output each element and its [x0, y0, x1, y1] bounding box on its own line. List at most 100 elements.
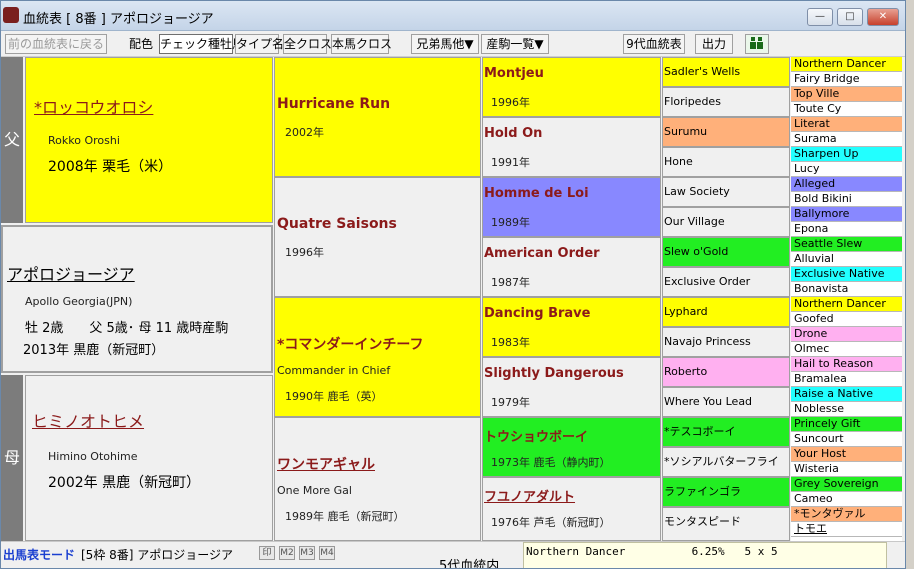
gen5-ancestor[interactable]: Wisteria [791, 462, 902, 477]
gen4-cell[interactable]: ラファインゴラ [662, 477, 790, 507]
self-cross-button[interactable]: 本馬クロス [331, 34, 392, 54]
gen3-name[interactable]: Homme de Loi [484, 186, 589, 201]
minimize-button[interactable]: — [807, 8, 833, 26]
gen5-ancestor[interactable]: Raise a Native [791, 387, 902, 402]
gen5-ancestor[interactable]: Hail to Reason [791, 357, 902, 372]
gen3-name[interactable]: Hold On [484, 126, 542, 141]
close-button[interactable]: ✕ [867, 8, 899, 26]
maximize-button[interactable]: □ [837, 8, 863, 26]
gen3-name[interactable]: フユノアダルト [484, 486, 575, 505]
gen3-name[interactable]: Montjeu [484, 66, 544, 81]
gen4-cell[interactable]: Lyphard [662, 297, 790, 327]
gen4-cell[interactable]: Surumu [662, 117, 790, 147]
gen5-ancestor[interactable]: Your Host [791, 447, 902, 462]
gen3-name[interactable]: Dancing Brave [484, 306, 590, 321]
gen3-cell[interactable]: American Order 1987年 [482, 237, 661, 297]
mark-button-m2[interactable]: M2 [279, 546, 295, 560]
gen3-cell[interactable]: フユノアダルト 1976年 芦毛（新冠町） [482, 477, 661, 541]
check-sire-button[interactable]: チェック種牡馬 [159, 34, 244, 54]
gen4-cell[interactable]: Roberto [662, 357, 790, 387]
gen5-ancestor[interactable]: Surama [791, 132, 902, 147]
type-name-button[interactable]: タイプ名 [235, 34, 284, 54]
gen3-cell[interactable]: Hold On 1991年 [482, 117, 661, 177]
mark-button[interactable]: 印 [259, 546, 275, 560]
nine-gen-button[interactable]: 9代血統表 [623, 34, 685, 54]
gen5-ancestor[interactable]: Alleged [791, 177, 902, 192]
gen5-ancestor[interactable]: Literat [791, 117, 902, 132]
gen3-cell[interactable]: トウショウボーイ 1973年 鹿毛（静内町） [482, 417, 661, 477]
gen4-cell[interactable]: Law Society [662, 177, 790, 207]
gen2-name[interactable]: ワンモアギャル [277, 454, 375, 474]
gen5-ancestor[interactable]: Grey Sovereign [791, 477, 902, 492]
gen3-cell[interactable]: Homme de Loi 1989年 [482, 177, 661, 237]
mark-button-m4[interactable]: M4 [319, 546, 335, 560]
gen5-ancestor[interactable]: Drone [791, 327, 902, 342]
cross-textbox[interactable]: Northern Dancer 6.25% 5 x 5 [523, 542, 887, 568]
gen2-name[interactable]: Hurricane Run [277, 96, 390, 112]
gen3-cell[interactable]: Slightly Dangerous 1979年 [482, 357, 661, 417]
gen5-ancestor[interactable]: Northern Dancer [791, 57, 902, 72]
mother-side-label: 母 [1, 375, 23, 541]
gen4-cell[interactable]: Our Village [662, 207, 790, 237]
gen5-ancestor[interactable]: Fairy Bridge [791, 72, 902, 87]
gen5-ancestor[interactable]: Bold Bikini [791, 192, 902, 207]
people-icon-button[interactable] [745, 34, 769, 54]
gen2-name[interactable]: Quatre Saisons [277, 216, 397, 232]
gen3-cell[interactable]: Montjeu 1996年 [482, 57, 661, 117]
gen5-ancestor[interactable]: Alluvial [791, 252, 902, 267]
gen5-ancestor[interactable]: Seattle Slew [791, 237, 902, 252]
gen4-cell[interactable]: *ソシアルバターフライ [662, 447, 790, 477]
gen2-name[interactable]: *コマンダーインチーフ [277, 334, 423, 354]
gen3-year: 1979年 [491, 396, 530, 409]
sire-name[interactable]: *ロッコウオロシ [34, 94, 153, 118]
gen4-cell[interactable]: Where You Lead [662, 387, 790, 417]
gen4-cell[interactable]: Hone [662, 147, 790, 177]
gen5-ancestor[interactable]: Toute Cy [791, 102, 902, 117]
gen4-cell[interactable]: Slew o'Gold [662, 237, 790, 267]
foals-dropdown[interactable]: 産駒一覧▼ [481, 34, 549, 54]
gen5-ancestor[interactable]: Suncourt [791, 432, 902, 447]
gen5-ancestor[interactable]: Top Ville [791, 87, 902, 102]
gen5-ancestor[interactable]: Olmec [791, 342, 902, 357]
gen5-ancestor[interactable]: Cameo [791, 492, 902, 507]
dam-name[interactable]: ヒミノオトヒメ [32, 408, 144, 432]
gen5-ancestor[interactable]: Princely Gift [791, 417, 902, 432]
gen5-ancestor[interactable]: Goofed [791, 312, 902, 327]
gen4-cell[interactable]: Navajo Princess [662, 327, 790, 357]
five-gen-label: 5代血統内 [439, 559, 500, 569]
gen3-cell[interactable]: Dancing Brave 1983年 [482, 297, 661, 357]
gen2-cell[interactable]: *コマンダーインチーフ Commander in Chief 1990年 鹿毛（… [274, 297, 481, 417]
siblings-dropdown[interactable]: 兄弟馬他▼ [411, 34, 479, 54]
gen4-cell[interactable]: Exclusive Order [662, 267, 790, 297]
sire-cell[interactable]: *ロッコウオロシ Rokko Oroshi 2008年 栗毛（米） [25, 57, 273, 223]
gen2-cell[interactable]: ワンモアギャル One More Gal 1989年 鹿毛（新冠町） [274, 417, 481, 541]
gen3-name[interactable]: American Order [484, 246, 600, 261]
gen5-ancestor[interactable]: Lucy [791, 162, 902, 177]
gen4-cell[interactable]: Sadler's Wells [662, 57, 790, 87]
gen4-cell[interactable]: *テスコボーイ [662, 417, 790, 447]
mark-button-m3[interactable]: M3 [299, 546, 315, 560]
gen5-ancestor[interactable]: Bonavista [791, 282, 902, 297]
gen5-ancestor[interactable]: Noblesse [791, 402, 902, 417]
gen5-ancestor[interactable]: Northern Dancer [791, 297, 902, 312]
all-cross-button[interactable]: 全クロス [283, 34, 332, 54]
horse-name[interactable]: アポロジョージア [7, 261, 135, 285]
gen2-cell[interactable]: Hurricane Run 2002年 [274, 57, 481, 177]
gen2-cell[interactable]: Quatre Saisons 1996年 [274, 177, 481, 297]
gen5-ancestor[interactable]: Sharpen Up [791, 147, 902, 162]
color-scheme-button[interactable]: 配色 [125, 34, 157, 54]
sire-info: 2008年 栗毛（米） [48, 159, 173, 175]
gen5-ancestor[interactable]: *モンタヴァル [791, 507, 902, 522]
prev-pedigree-button[interactable]: 前の血統表に戻る [5, 34, 107, 54]
gen4-cell[interactable]: Floripedes [662, 87, 790, 117]
gen5-ancestor[interactable]: トモエ [791, 522, 902, 537]
gen4-cell[interactable]: モンタスピード [662, 507, 790, 541]
gen3-name[interactable]: トウショウボーイ [484, 426, 588, 445]
gen5-ancestor[interactable]: Ballymore [791, 207, 902, 222]
gen3-name[interactable]: Slightly Dangerous [484, 366, 624, 381]
gen5-ancestor[interactable]: Exclusive Native [791, 267, 902, 282]
output-button[interactable]: 出力 [695, 34, 733, 54]
gen5-ancestor[interactable]: Bramalea [791, 372, 902, 387]
dam-cell[interactable]: ヒミノオトヒメ Himino Otohime 2002年 黒鹿（新冠町） [25, 375, 273, 541]
gen5-ancestor[interactable]: Epona [791, 222, 902, 237]
